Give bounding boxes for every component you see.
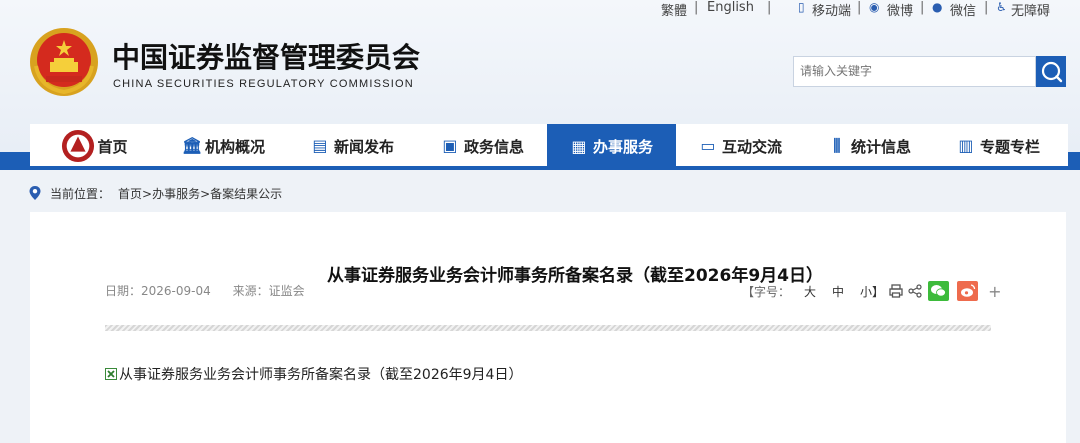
mobile-icon: ▯ [798,0,805,14]
weibo-icon: ◉ [869,0,880,14]
separator: | [857,0,862,15]
nav-item-government-info[interactable]: ▣ 政务信息 [418,124,547,168]
separator: | [920,0,925,15]
breadcrumb-prefix: 当前位置： [50,186,111,201]
article-source: 证监会 [268,284,305,298]
content-divider [105,325,991,331]
breadcrumb-path[interactable]: 首页>办事服务>备案结果公示 [118,185,282,202]
article-meta: 日期：2026-09-04 来源：证监会 [105,282,319,299]
nav-item-interaction[interactable]: ▭ 互动交流 [676,124,805,168]
monitor-icon: ▣ [442,136,458,155]
location-pin-icon [29,186,41,200]
national-emblem-icon [30,28,98,96]
nav-item-topics[interactable]: ▥ 专题专栏 [934,124,1063,168]
nav-item-news[interactable]: ▤ 新闻发布 [288,124,417,168]
date-label: 日期： [105,284,142,298]
separator: | [767,0,772,15]
news-icon: ▤ [312,136,328,155]
wechat-icon: ● [932,0,943,14]
share-weibo-button[interactable] [957,281,979,301]
article-panel: 从事证券服务业务会计师事务所备案名录（截至2026年9月4日） 日期：2026-… [30,212,1066,443]
attachment-link[interactable]: 从事证券服务业务会计师事务所备案名录（截至2026年9月4日） [105,364,522,384]
building-icon: 🏛 [181,136,203,155]
nav-item-about[interactable]: 🏛 机构概况 [159,124,288,168]
excel-file-icon [105,368,117,380]
nav-item-services[interactable]: ▦ 办事服务 [547,124,676,169]
bar-chart-icon: ⫼ [833,136,841,155]
accessibility-link[interactable]: 无障碍 [1011,0,1050,19]
font-small-button[interactable]: 小】 [860,283,884,300]
source-label: 来源： [232,284,269,298]
wechat-link[interactable]: 微信 [950,0,976,19]
english-link[interactable]: English [707,0,754,15]
search-icon [1041,61,1063,83]
accessibility-icon: ♿ [996,0,1007,14]
attachment-title: 从事证券服务业务会计师事务所备案名录（截至2026年9月4日） [119,367,523,383]
separator: | [694,0,699,15]
article-date: 2026-09-04 [141,284,211,298]
search-button[interactable] [1036,56,1066,87]
search-box [793,56,1036,87]
more-share-icon[interactable]: + [988,282,1001,301]
font-large-button[interactable]: 大 [804,283,816,300]
font-size-label: 【字号： [742,284,791,299]
print-icon[interactable] [888,283,904,299]
weibo-link[interactable]: 微博 [887,0,913,19]
site-title-english: CHINA SECURITIES REGULATORY COMMISSION [113,78,414,90]
nav-item-home[interactable]: 首页 [30,124,159,168]
list-icon: ▥ [958,136,974,155]
chat-icon: ▭ [700,136,716,155]
nav-item-statistics[interactable]: ⫼ 统计信息 [805,124,934,168]
separator: | [984,0,989,15]
breadcrumb: 当前位置： 首页>办事服务>备案结果公示 [28,184,282,202]
main-nav: 首页 🏛 机构概况 ▤ 新闻发布 ▣ 政务信息 ▦ 办事服务 ▭ 互动交流 ⫼ … [30,124,1068,169]
traditional-chinese-link[interactable]: 繁體 [661,0,687,19]
font-medium-button[interactable]: 中 [832,283,844,300]
search-input[interactable] [800,64,1030,78]
mobile-link[interactable]: 移动端 [812,0,851,19]
document-icon: ▦ [571,136,587,156]
weibo-icon [961,284,976,297]
emblem-icon [62,129,95,163]
share-icon[interactable] [908,284,922,298]
wechat-icon [931,285,946,297]
article-tools: 【字号： 大 中 小】 + [742,280,1001,302]
site-title: 中国证券监督管理委员会 [112,41,421,74]
share-wechat-button[interactable] [928,281,950,301]
